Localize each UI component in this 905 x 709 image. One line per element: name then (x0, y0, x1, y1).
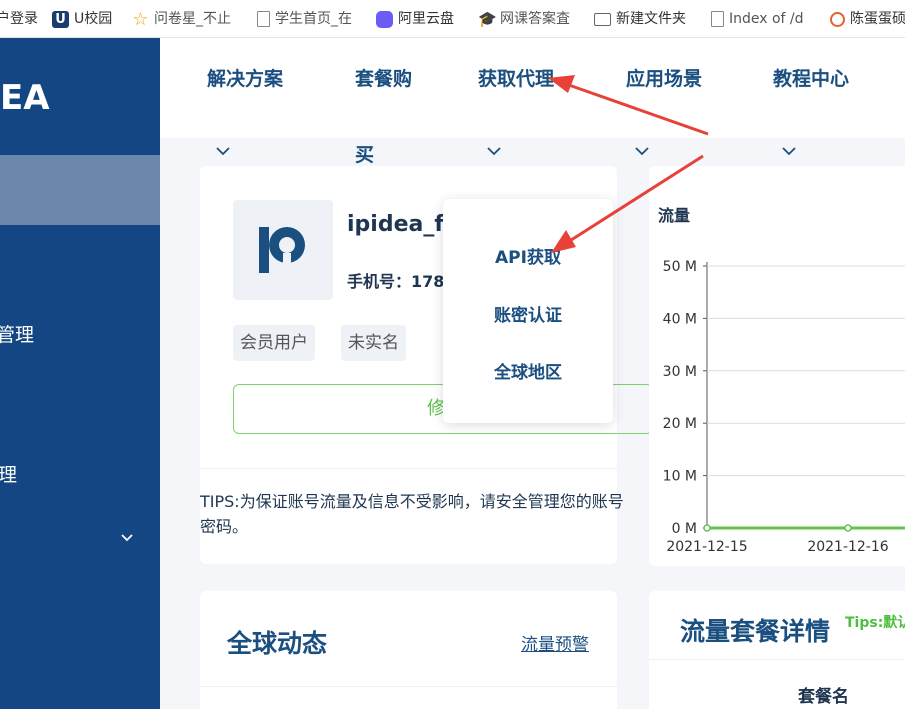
star-icon: ☆ (132, 8, 149, 30)
ring-icon (830, 11, 845, 27)
y-tick-label: 40 M (663, 311, 697, 327)
bookmark-label: 阿里云盘 (398, 11, 454, 27)
nav-solutions[interactable]: 解决方案 (207, 64, 283, 91)
bookmark-label: 网课答案査 (500, 11, 570, 27)
menu-item-api[interactable]: API获取 (443, 243, 613, 268)
divider (200, 468, 617, 469)
member-tag: 会员用户 (233, 325, 315, 361)
nav-packages-wrap[interactable]: 买 (355, 140, 374, 167)
traffic-alert-link[interactable]: 流量预警 (521, 630, 589, 655)
divider (200, 686, 617, 687)
sidebar-item-manage[interactable]: 管理 (0, 320, 34, 347)
column-package-name: 套餐名 (798, 687, 849, 707)
menu-item-global-regions[interactable]: 全球地区 (443, 358, 613, 383)
bookmark-u-campus[interactable]: U U校园 (52, 0, 113, 37)
bookmark-label: U校园 (74, 11, 113, 27)
chevron-down-icon[interactable] (216, 146, 230, 156)
package-details-card (649, 591, 905, 709)
x-tick-label: 2021-12-15 (666, 539, 747, 555)
nav-scenarios[interactable]: 应用场景 (626, 64, 702, 91)
bookmark-new-folder[interactable]: 新建文件夹 (594, 0, 686, 37)
phone-number: 手机号：178 (347, 272, 445, 291)
u-campus-icon: U (52, 10, 69, 28)
sidebar-item-manage-2[interactable]: 理 (0, 460, 17, 487)
bookmark-label: Index of /d (729, 11, 804, 27)
global-news-title: 全球动态 (227, 629, 328, 658)
y-tick-label: 30 M (663, 364, 697, 380)
nav-get-proxy[interactable]: 获取代理 (478, 64, 554, 91)
bookmark-aliyun-drive[interactable]: 阿里云盘 (376, 0, 454, 37)
bookmark-label: 户登录 (0, 11, 38, 27)
bookmark-course-answers[interactable]: 🎓 网课答案査 (478, 0, 578, 37)
graduation-cap-icon: 🎓 (478, 9, 497, 28)
logo: EA (0, 78, 50, 118)
page-icon (257, 11, 270, 27)
divider (649, 659, 905, 660)
nav-packages[interactable]: 套餐购 (355, 64, 412, 91)
unverified-tag[interactable]: 未实名 (341, 325, 406, 361)
y-tick-label: 50 M (663, 259, 697, 275)
bookmark-label: 学生首页_在 (275, 11, 352, 27)
page-icon (711, 11, 724, 27)
chevron-down-icon[interactable] (782, 146, 796, 156)
y-tick-label: 0 M (672, 521, 697, 537)
ipidea-logo-icon (259, 227, 305, 273)
chevron-down-icon[interactable] (121, 532, 133, 544)
bookmark-index[interactable]: Index of /d (711, 0, 815, 37)
nav-tutorials[interactable]: 教程中心 (773, 64, 849, 91)
bookmark-label: 陈蛋蛋硕 (850, 11, 905, 27)
y-tick-label: 10 M (663, 469, 697, 485)
y-tick-label: 20 M (663, 416, 697, 432)
bookmark-login[interactable]: 户登录 (0, 0, 38, 37)
avatar (233, 200, 333, 300)
username: ipidea_fa (347, 212, 459, 237)
bookmarks-bar: 户登录 U U校园 ☆ 问卷星_不止 学生首页_在 阿里云盘 🎓 网课答案査 新… (0, 0, 905, 38)
bookmark-wenjuanxing[interactable]: ☆ 问卷星_不止 (132, 0, 236, 37)
folder-icon (594, 12, 611, 26)
sidebar: EA 管理 理 (0, 38, 160, 709)
package-tips: Tips:默认 (845, 615, 905, 631)
traffic-chart: 0 M 10 M 20 M 30 M 40 M 50 M 2021-12-15 2021-12… (663, 259, 905, 555)
security-tips: TIPS:为保证账号流量及信息不受影响，请安全管理您的账号密码。 (200, 492, 624, 536)
chart-title: 流量 (658, 206, 691, 225)
get-proxy-dropdown: API获取 账密认证 全球地区 (443, 199, 613, 423)
bookmark-label: 新建文件夹 (616, 11, 686, 27)
bookmark-chendandan[interactable]: 陈蛋蛋硕 (830, 0, 905, 37)
chevron-down-icon[interactable] (487, 146, 501, 156)
package-details-title: 流量套餐详情 (680, 617, 831, 646)
chevron-down-icon[interactable] (635, 146, 649, 156)
x-tick-label: 2021-12-16 (807, 539, 888, 555)
cloud-drive-icon (376, 10, 393, 28)
bookmark-label: 问卷星_不止 (154, 11, 231, 27)
menu-item-account-auth[interactable]: 账密认证 (443, 301, 613, 326)
bookmark-student-home[interactable]: 学生首页_在 (257, 0, 359, 37)
data-point (703, 524, 711, 532)
data-point (844, 524, 852, 532)
sidebar-item-active[interactable] (0, 155, 160, 225)
